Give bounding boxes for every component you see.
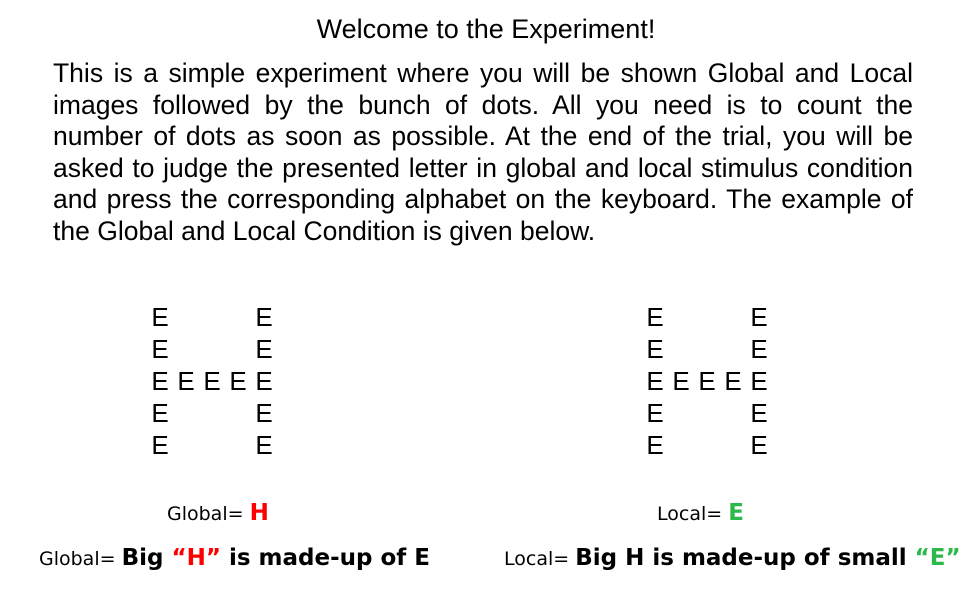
stimulus-letter: E xyxy=(151,302,169,332)
global-description: Global= Big “H” is made-up of E xyxy=(39,545,430,571)
local-caption-value: E xyxy=(728,500,744,526)
local-description-before: Big H is made-up of small xyxy=(575,545,915,571)
local-description: Local= Big H is made-up of small “E” xyxy=(504,545,961,571)
local-description-quoted: “E” xyxy=(914,545,961,571)
stimulus-letter: E xyxy=(151,366,169,396)
global-caption-label: Global= xyxy=(167,503,250,525)
stimulus-letter: E xyxy=(255,366,273,396)
global-description-before: Big xyxy=(121,545,172,571)
stimulus-letter: E xyxy=(750,334,768,364)
local-description-label: Local= xyxy=(504,548,576,570)
stimulus-letter: E xyxy=(646,302,664,332)
global-stimulus-figure: EEEEEEEEEEEEE xyxy=(150,302,280,462)
stimulus-letter: E xyxy=(698,366,716,396)
stimulus-letter: E xyxy=(646,430,664,460)
stimulus-letter: E xyxy=(646,398,664,428)
global-caption: Global= H xyxy=(167,500,269,526)
stimulus-letter: E xyxy=(229,366,247,396)
stimulus-letter: E xyxy=(255,334,273,364)
stimulus-letter: E xyxy=(151,430,169,460)
stimulus-letter: E xyxy=(255,430,273,460)
local-stimulus-figure: EEEEEEEEEEEEE xyxy=(645,302,775,462)
global-description-after: is made-up of E xyxy=(220,545,431,571)
stimulus-letter: E xyxy=(177,366,195,396)
stimulus-letter: E xyxy=(750,366,768,396)
instructions-paragraph: This is a simple experiment where you wi… xyxy=(53,58,913,246)
global-description-quoted: “H” xyxy=(171,545,221,571)
stimulus-letter: E xyxy=(255,302,273,332)
stimulus-letter: E xyxy=(646,334,664,364)
stimulus-letter: E xyxy=(672,366,690,396)
stimulus-letter: E xyxy=(750,430,768,460)
local-caption-label: Local= xyxy=(657,503,729,525)
page-title: Welcome to the Experiment! xyxy=(316,14,656,44)
global-description-label: Global= xyxy=(39,548,122,570)
stimulus-letter: E xyxy=(724,366,742,396)
stimulus-letter: E xyxy=(750,398,768,428)
global-caption-value: H xyxy=(249,500,269,526)
stimulus-letter: E xyxy=(255,398,273,428)
stimulus-letter: E xyxy=(646,366,664,396)
local-caption: Local= E xyxy=(657,500,744,526)
stimulus-letter: E xyxy=(750,302,768,332)
stimulus-letter: E xyxy=(151,334,169,364)
stimulus-letter: E xyxy=(151,398,169,428)
stimulus-letter: E xyxy=(203,366,221,396)
